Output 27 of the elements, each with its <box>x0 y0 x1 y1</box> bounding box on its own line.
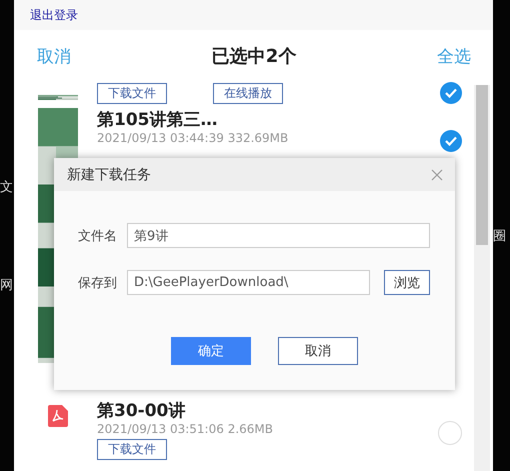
selection-title: 已选中2个 <box>212 45 296 68</box>
download-button[interactable]: 下载文件 <box>97 439 167 460</box>
background-text: 网 <box>0 276 14 294</box>
play-online-button[interactable]: 在线播放 <box>213 83 283 104</box>
select-checkbox[interactable] <box>440 130 462 152</box>
checkmark-icon <box>445 136 457 146</box>
logout-link[interactable]: 退出登录 <box>30 6 78 24</box>
field-label: 文件名 <box>78 228 113 244</box>
background-text: 圈 <box>493 228 507 244</box>
scrollbar[interactable] <box>474 85 490 471</box>
download-button[interactable]: 下载文件 <box>97 83 167 104</box>
select-checkbox[interactable] <box>440 82 462 104</box>
confirm-button[interactable]: 确定 <box>171 337 251 365</box>
pdf-icon <box>48 405 68 427</box>
dialog-cancel-button[interactable]: 取消 <box>278 337 358 365</box>
checkmark-icon <box>445 88 457 98</box>
file-title: 第105讲第三… <box>97 109 218 131</box>
dialog-title: 新建下载任务 <box>67 166 151 184</box>
select-checkbox[interactable] <box>438 421 462 445</box>
close-icon[interactable] <box>431 168 443 180</box>
background-text: 文 <box>0 178 14 196</box>
browse-button[interactable]: 浏览 <box>384 270 430 295</box>
file-name-field[interactable]: 第9讲 <box>127 223 430 248</box>
save-path-field[interactable]: D:\GeePlayerDownload\ <box>127 270 370 295</box>
file-title: 第30-00讲 <box>97 400 186 422</box>
file-info: 2021/09/13 03:51:06 2.66MB <box>97 422 274 436</box>
file-info: 2021/09/13 03:44:39 332.69MB <box>97 131 290 145</box>
